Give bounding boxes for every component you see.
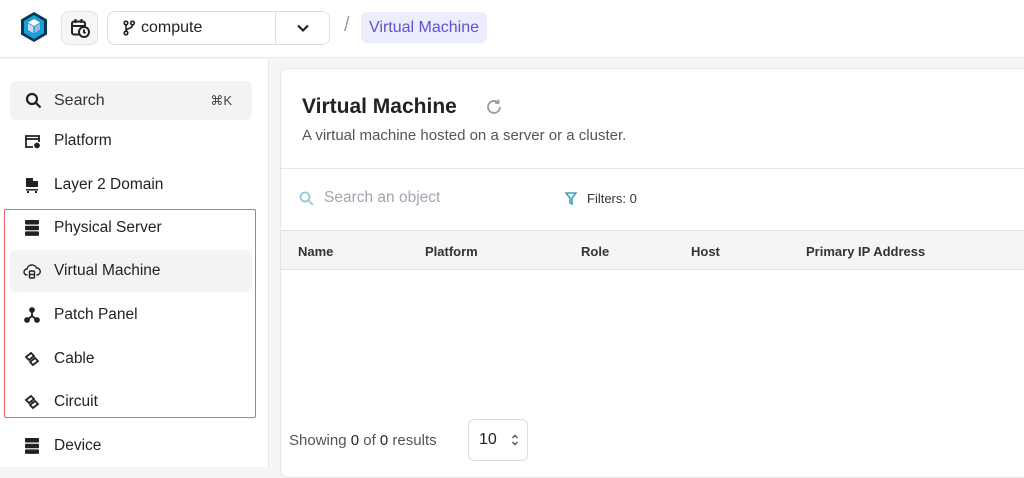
sidebar-item-cable[interactable]: Cable	[10, 338, 252, 380]
search-label: Search	[54, 91, 105, 109]
server-icon	[23, 219, 41, 237]
platform-icon	[23, 132, 41, 150]
patch-panel-icon	[23, 306, 41, 324]
summary-total: 0	[379, 432, 389, 449]
search-input[interactable]	[324, 189, 544, 207]
page-size-select[interactable]: 10	[468, 419, 528, 461]
sidebar-item-device[interactable]: Device	[10, 425, 252, 467]
sidebar-item-label: Platform	[54, 132, 112, 149]
sidebar-item-label: Layer 2 Domain	[54, 176, 164, 193]
summary-suffix: results	[388, 432, 437, 449]
calendar-clock-icon	[70, 19, 90, 38]
circuit-icon	[23, 393, 41, 411]
object-search[interactable]	[299, 189, 544, 207]
branch-selector[interactable]: compute	[107, 11, 330, 45]
page-title: Virtual Machine	[302, 95, 457, 118]
sidebar: Search ⌘K Platform Layer 2 Domain Physic…	[0, 59, 269, 467]
refresh-icon	[487, 99, 501, 114]
summary-shown: 0	[350, 432, 360, 449]
sidebar-item-virtual-machine[interactable]: Virtual Machine	[10, 250, 252, 292]
search-icon	[25, 92, 42, 109]
sidebar-item-patch-panel[interactable]: Patch Panel	[10, 294, 252, 336]
column-header-role[interactable]: Role	[581, 244, 609, 259]
page-size-value: 10	[479, 431, 497, 448]
search-icon	[299, 191, 314, 206]
schedule-button[interactable]	[61, 11, 98, 45]
app-logo[interactable]	[20, 11, 48, 43]
sidebar-item-physical-server[interactable]: Physical Server	[10, 207, 252, 249]
sidebar-item-platform[interactable]: Platform	[10, 120, 252, 162]
breadcrumb-current[interactable]: Virtual Machine	[361, 12, 487, 43]
server-icon	[23, 437, 41, 455]
branch-name: compute	[141, 19, 203, 36]
sidebar-item-label: Patch Panel	[54, 306, 138, 323]
sidebar-item-label: Device	[54, 437, 102, 454]
column-header-name[interactable]: Name	[298, 244, 333, 259]
git-branch-icon	[123, 20, 135, 36]
sidebar-search[interactable]: Search ⌘K	[10, 81, 252, 120]
layer2-icon	[23, 176, 41, 194]
breadcrumb-separator: /	[344, 14, 350, 36]
column-header-host[interactable]: Host	[691, 244, 720, 259]
content-card: Virtual Machine A virtual machine hosted…	[280, 68, 1024, 478]
search-shortcut: ⌘K	[210, 92, 232, 108]
summary-prefix: Showing	[289, 432, 351, 449]
branch-dropdown-button[interactable]	[275, 12, 329, 44]
filters-label: Filters: 0	[587, 191, 637, 206]
column-header-platform[interactable]: Platform	[425, 244, 478, 259]
sidebar-item-label: Circuit	[54, 393, 98, 410]
sidebar-item-circuit[interactable]: Circuit	[10, 381, 252, 423]
sidebar-item-label: Physical Server	[54, 219, 162, 236]
chevron-down-icon	[296, 24, 309, 33]
pagination-summary: Showing 0 of 0 results	[289, 432, 437, 449]
cable-icon	[23, 350, 41, 368]
sidebar-item-label: Cable	[54, 350, 95, 367]
page-description: A virtual machine hosted on a server or …	[302, 127, 627, 144]
divider	[281, 168, 1024, 169]
sidebar-item-label: Virtual Machine	[54, 262, 161, 279]
filter-icon	[565, 191, 577, 205]
refresh-button[interactable]	[485, 98, 503, 121]
cloud-server-icon	[23, 262, 41, 280]
chevron-up-down-icon	[511, 434, 519, 446]
summary-of: of	[359, 432, 380, 449]
top-bar: compute / Virtual Machine	[0, 0, 1024, 58]
table-header: Name Platform Role Host Primary IP Addre…	[281, 230, 1024, 270]
filters-button[interactable]: Filters: 0	[565, 191, 637, 206]
column-header-primary-ip[interactable]: Primary IP Address	[806, 244, 925, 259]
sidebar-item-layer-2-domain[interactable]: Layer 2 Domain	[10, 164, 252, 206]
